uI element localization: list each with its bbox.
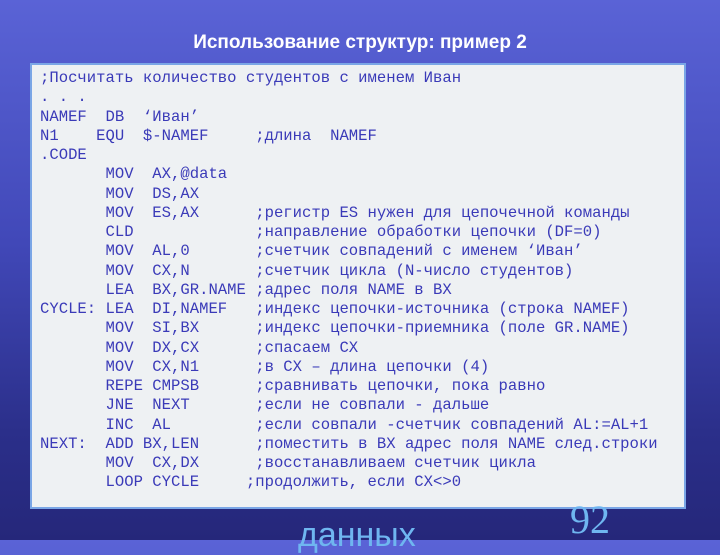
code-line: MOV AX,@data <box>40 165 228 184</box>
footer-text: данных <box>298 516 416 554</box>
code-line: MOV DS,AX <box>40 184 200 203</box>
code-line: MOV AL,0 ;счетчик совпадений с именем ‘И… <box>40 242 583 261</box>
code-line: . . . <box>40 88 87 107</box>
code-line: MOV CX,N ;счетчик цикла (N-число студент… <box>40 261 574 280</box>
code-line: CLD ;направление обработки цепочки (DF=0… <box>40 223 602 241</box>
code-line: MOV CX,N1 ;в CX – длина цепочки (4) <box>40 357 490 376</box>
code-line: MOV DX,CX ;спасаем CX <box>40 338 359 357</box>
code-line: INC AL ;если совпали -счетчик совпадений… <box>40 415 649 434</box>
code-line: JNE NEXT ;если не совпали - дальше <box>40 396 490 415</box>
code-line: .CODE <box>40 146 87 164</box>
code-line: NAMEF DB ‘Иван’ <box>40 107 200 126</box>
code-line: MOV SI,BX ;индекс цепочки-приемника (пол… <box>40 319 630 338</box>
code-line: ;Посчитать количество студентов с именем… <box>40 69 462 87</box>
code-line: MOV CX,DX ;восстанавливаем счетчик цикла <box>40 454 536 472</box>
code-listing: ;Посчитать количество студентов с именем… <box>40 69 658 493</box>
code-line: REPE CMPSB ;сравнивать цепочки, пока рав… <box>40 377 546 395</box>
code-line: LEA BX,GR.NAME ;адрес поля NAME в BX <box>40 280 452 299</box>
code-line: LOOP CYCLE ;продолжить, если CX<>0 <box>40 473 462 492</box>
code-line: NEXT: ADD BX,LEN ;поместить в BX адрес п… <box>40 434 658 453</box>
code-listing-box: ;Посчитать количество студентов с именем… <box>30 63 686 509</box>
code-line: MOV ES,AX ;регистр ES нужен для цепочечн… <box>40 203 630 222</box>
page-number: 92 <box>570 497 610 542</box>
code-line: N1 EQU $-NAMEF ;длина NAMEF <box>40 126 377 145</box>
slide-title: Использование структур: пример 2 <box>193 32 527 53</box>
code-line: CYCLE: LEA DI,NAMEF ;индекс цепочки-исто… <box>40 300 630 318</box>
